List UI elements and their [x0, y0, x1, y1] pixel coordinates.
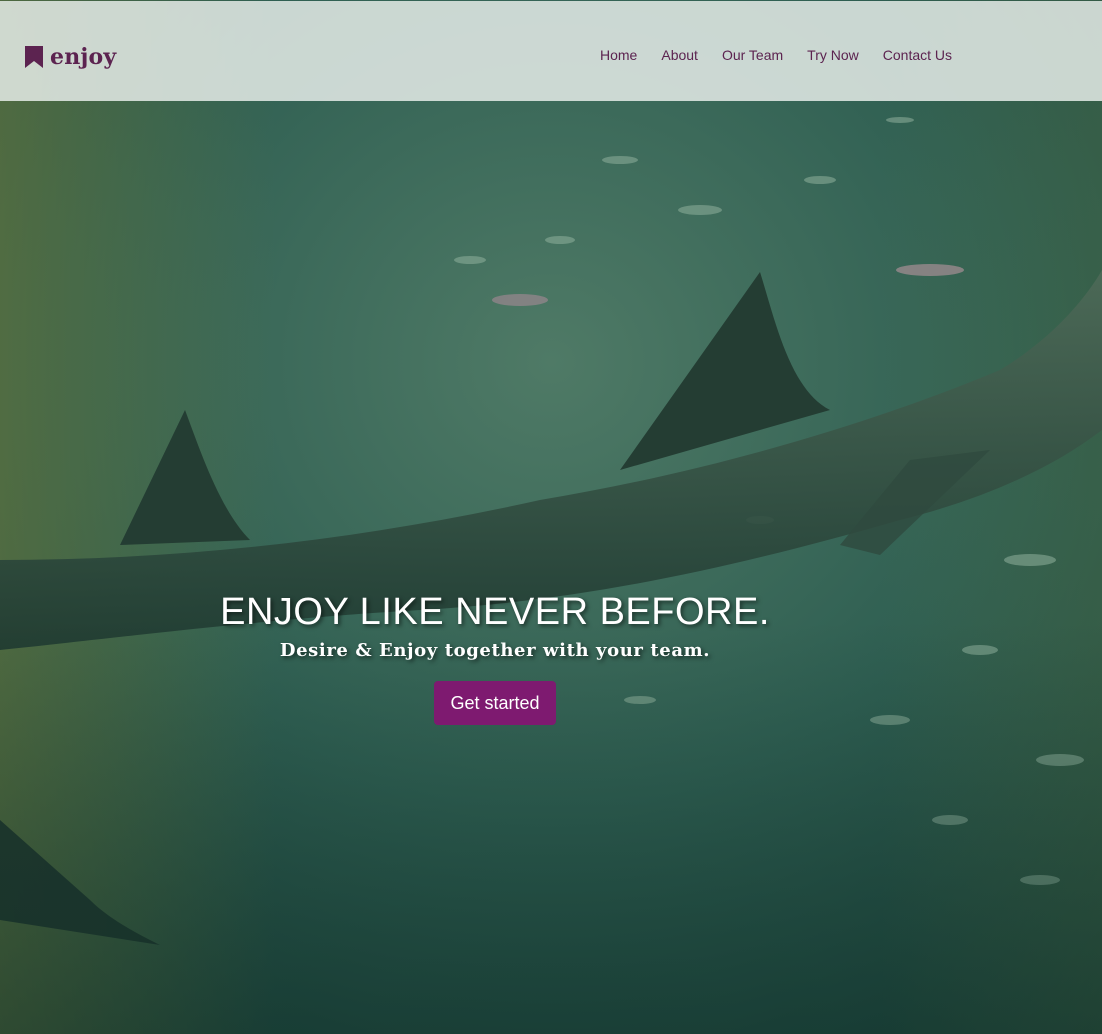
- hero-background-image: [0, 0, 1102, 1034]
- nav-links: Home About Our Team Try Now Contact Us: [600, 47, 976, 63]
- hero-content: ENJOY LIKE NEVER BEFORE. Desire & Enjoy …: [0, 588, 990, 725]
- hero-subtitle: Desire & Enjoy together with your team.: [279, 640, 711, 661]
- top-navbar: enjoy Home About Our Team Try Now Contac…: [0, 1, 1102, 101]
- nav-link-try-now[interactable]: Try Now: [807, 47, 859, 63]
- page: enjoy Home About Our Team Try Now Contac…: [0, 0, 1102, 1034]
- brand-name: enjoy: [50, 44, 117, 70]
- brand-logo-link[interactable]: enjoy: [25, 44, 116, 70]
- nav-link-contact-us[interactable]: Contact Us: [883, 47, 952, 63]
- nav-link-home[interactable]: Home: [600, 47, 637, 63]
- hero-title: ENJOY LIKE NEVER BEFORE.: [220, 591, 770, 633]
- get-started-button[interactable]: Get started: [434, 681, 556, 725]
- nav-link-about[interactable]: About: [661, 47, 698, 63]
- bookmark-icon: [25, 46, 43, 68]
- nav-link-our-team[interactable]: Our Team: [722, 47, 783, 63]
